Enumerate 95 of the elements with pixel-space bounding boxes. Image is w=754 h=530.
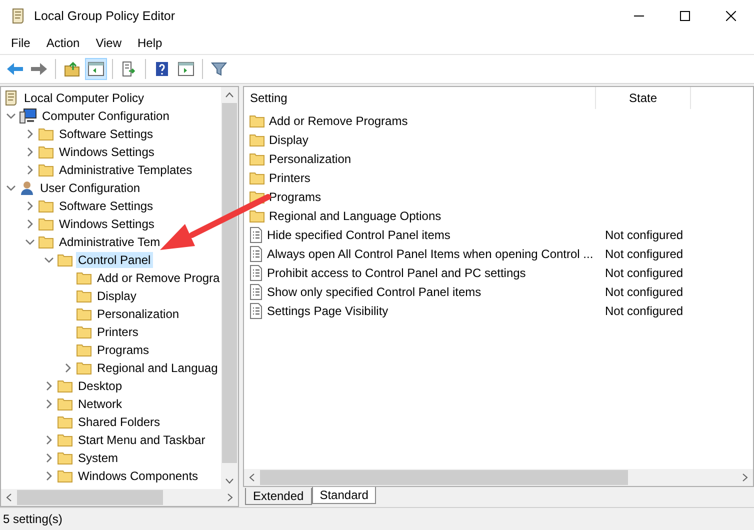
- filter-icon: [211, 61, 227, 77]
- folder-icon: [57, 433, 73, 447]
- tree-item[interactable]: Personalization: [95, 306, 182, 322]
- tree-item[interactable]: Software Settings: [57, 126, 156, 142]
- folder-icon: [38, 145, 54, 159]
- setting-state: Not configured: [605, 246, 684, 260]
- tree-item[interactable]: System: [76, 450, 120, 466]
- setting-state: Not configured: [605, 266, 684, 280]
- tree-item[interactable]: Regional and Languag: [95, 360, 220, 376]
- tree-item[interactable]: Shared Folders: [76, 414, 162, 430]
- setting-name[interactable]: Programs: [269, 190, 322, 204]
- folder-up-icon: [64, 61, 80, 77]
- tree-item[interactable]: Network: [76, 396, 124, 412]
- folder-icon: [38, 199, 54, 213]
- tree-item[interactable]: Windows Components: [76, 468, 200, 484]
- folder-icon: [57, 253, 73, 267]
- tree-item[interactable]: Programs: [95, 342, 152, 358]
- folder-icon: [249, 170, 265, 184]
- policy-icon: [249, 264, 263, 280]
- folder-icon: [38, 217, 54, 231]
- forward-arrow-icon: [30, 62, 48, 76]
- setting-name[interactable]: Always open All Control Panel Items when opening Control ...: [267, 246, 594, 260]
- folder-icon: [57, 379, 73, 393]
- close-icon: [726, 11, 736, 21]
- toolbar-button[interactable]: [85, 58, 107, 80]
- help-icon: [155, 61, 169, 77]
- user-icon: [19, 180, 35, 196]
- menu-item[interactable]: View: [88, 34, 130, 52]
- tree-item[interactable]: Printers: [95, 324, 140, 340]
- tree-item[interactable]: User Configuration: [38, 180, 142, 196]
- folder-icon: [249, 208, 265, 222]
- folder-icon: [38, 235, 54, 249]
- setting-name[interactable]: Personalization: [269, 152, 352, 166]
- tree-item[interactable]: Desktop: [76, 378, 124, 394]
- console-tree-icon: [88, 62, 104, 76]
- column-header[interactable]: State: [596, 87, 691, 109]
- tree-item[interactable]: Administrative Tem: [57, 234, 162, 250]
- setting-name[interactable]: Prohibit access to Control Panel and PC settings: [267, 266, 526, 280]
- tree-item[interactable]: Administrative Templates: [57, 162, 194, 178]
- computer-icon: [19, 108, 37, 124]
- tree-item[interactable]: Start Menu and Taskbar: [76, 432, 208, 448]
- folder-icon: [76, 325, 92, 339]
- setting-name[interactable]: Settings Page Visibility: [267, 304, 388, 318]
- horizontal-scrollbar[interactable]: [244, 469, 753, 486]
- policy-icon: [249, 226, 263, 242]
- setting-name[interactable]: Hide specified Control Panel items: [267, 228, 450, 242]
- tree-item[interactable]: Control Panel: [76, 252, 153, 268]
- policy-icon: [249, 284, 263, 300]
- maximize-icon: [680, 11, 690, 21]
- view-tab[interactable]: Extended: [245, 488, 312, 505]
- folder-icon: [249, 132, 265, 146]
- policy-icon: [249, 246, 263, 262]
- folder-icon: [76, 307, 92, 321]
- folder-icon: [249, 152, 265, 166]
- folder-icon: [57, 451, 73, 465]
- tree-item[interactable]: Software Settings: [57, 198, 156, 214]
- status-text: 5 setting(s): [2, 512, 62, 526]
- setting-name[interactable]: Printers: [269, 170, 310, 184]
- folder-icon: [57, 397, 73, 411]
- export-list-icon: [121, 61, 137, 77]
- scroll-icon: [3, 90, 19, 106]
- setting-state: Not configured: [605, 304, 684, 318]
- back-arrow-icon: [6, 62, 24, 76]
- setting-name[interactable]: Regional and Language Options: [269, 208, 442, 222]
- folder-icon: [249, 114, 265, 128]
- folder-icon: [76, 361, 92, 375]
- setting-name[interactable]: Add or Remove Programs: [269, 114, 408, 128]
- horizontal-scrollbar[interactable]: [1, 489, 238, 506]
- tree-item[interactable]: Local Computer Policy: [22, 90, 146, 106]
- tree-item[interactable]: Add or Remove Progra: [95, 270, 221, 286]
- tree-item[interactable]: Display: [95, 288, 138, 304]
- menu-item[interactable]: Help: [130, 34, 170, 52]
- tree-item[interactable]: Computer Configuration: [40, 108, 172, 124]
- menu-item[interactable]: Action: [38, 34, 88, 52]
- column-header[interactable]: Setting: [244, 87, 596, 109]
- window-title: Local Group Policy Editor: [34, 9, 176, 23]
- folder-icon: [57, 415, 73, 429]
- tree-item[interactable]: Windows Settings: [57, 216, 156, 232]
- setting-state: Not configured: [605, 284, 684, 298]
- folder-icon: [76, 343, 92, 357]
- setting-name[interactable]: Display: [269, 132, 308, 146]
- view-tab[interactable]: Standard: [312, 487, 376, 504]
- policy-icon: [249, 302, 263, 318]
- tree-item[interactable]: Windows Settings: [57, 144, 156, 160]
- folder-icon: [38, 127, 54, 141]
- folder-icon: [57, 469, 73, 483]
- folder-icon: [38, 163, 54, 177]
- app-scroll-icon: [10, 8, 26, 24]
- folder-icon: [76, 289, 92, 303]
- setting-name[interactable]: Show only specified Control Panel items: [267, 284, 482, 298]
- folder-icon: [76, 271, 92, 285]
- menu-item[interactable]: File: [3, 34, 38, 52]
- setting-state: Not configured: [605, 228, 684, 242]
- vertical-scrollbar[interactable]: [221, 87, 238, 489]
- action-pane-icon: [178, 62, 194, 76]
